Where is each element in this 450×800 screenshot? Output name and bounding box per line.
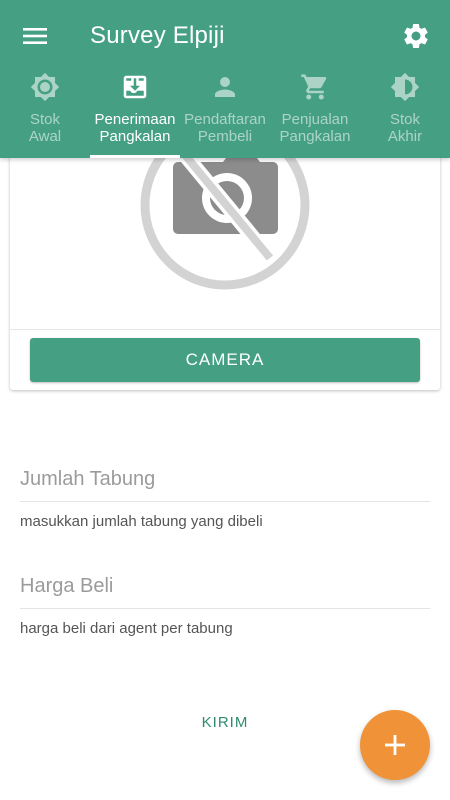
camera-button[interactable]: CAMERA: [30, 338, 420, 382]
harga-beli-hint: harga beli dari agent per tabung: [20, 620, 233, 637]
tab-bar: Stok Awal Penerimaan Pangkalan Pendaftar…: [0, 68, 450, 158]
tab-stok-awal[interactable]: Stok Awal: [0, 68, 90, 158]
active-tab-indicator: [90, 155, 180, 158]
person-icon: [210, 72, 240, 102]
app-root: Survey Elpiji Stok Awal Penerimaan Pangk…: [0, 0, 450, 800]
menu-button[interactable]: [13, 14, 57, 58]
cart-icon: [300, 72, 330, 102]
menu-icon: [23, 28, 47, 44]
add-fab-button[interactable]: [360, 710, 430, 780]
contrast-icon: [390, 72, 420, 102]
tab-stok-akhir[interactable]: Stok Akhir: [360, 68, 450, 158]
submit-button[interactable]: KIRIM: [175, 708, 275, 736]
tab-label: Stok Akhir: [387, 111, 423, 145]
jumlah-tabung-hint: masukkan jumlah tabung yang dibeli: [20, 513, 263, 530]
card-divider: [10, 329, 440, 330]
jumlah-tabung-field-group: masukkan jumlah tabung yang dibeli: [20, 458, 430, 530]
gear-icon: [404, 23, 428, 48]
toolbar: Survey Elpiji: [0, 0, 450, 72]
tab-penjualan-pangkalan[interactable]: Penjualan Pangkalan: [270, 68, 360, 158]
brightness-icon: [30, 72, 60, 102]
tab-pendaftaran-pembeli[interactable]: Pendaftaran Pembeli: [180, 68, 270, 158]
tab-penerimaan-pangkalan[interactable]: Penerimaan Pangkalan: [90, 68, 180, 158]
tab-label: Penjualan Pangkalan: [279, 111, 351, 145]
tab-label: Pendaftaran Pembeli: [184, 111, 266, 145]
app-bar: Survey Elpiji Stok Awal Penerimaan Pangk…: [0, 0, 450, 158]
download-box-icon: [120, 72, 150, 102]
app-title: Survey Elpiji: [90, 22, 225, 49]
harga-beli-field-group: harga beli dari agent per tabung: [20, 565, 430, 637]
tab-label: Stok Awal: [28, 111, 62, 145]
plus-icon: [385, 735, 405, 755]
settings-button[interactable]: [394, 14, 438, 58]
jumlah-tabung-input[interactable]: [20, 458, 430, 502]
tab-label: Penerimaan Pangkalan: [94, 111, 176, 145]
harga-beli-input[interactable]: [20, 565, 430, 609]
